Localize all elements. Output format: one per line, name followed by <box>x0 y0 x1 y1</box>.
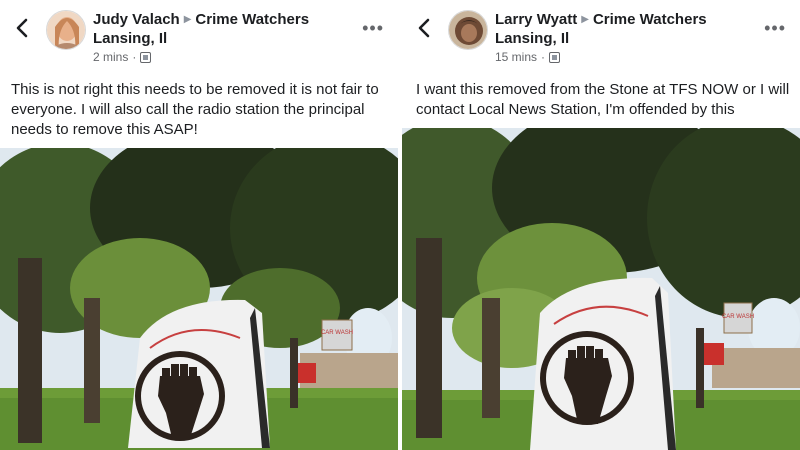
post-time[interactable]: 2 mins <box>93 50 128 64</box>
dot-separator: · <box>541 50 546 64</box>
group-audience-icon <box>549 51 561 63</box>
group-name[interactable]: Crime Watchers <box>195 11 309 28</box>
triangle-right-icon: ▶ <box>581 14 589 25</box>
post-photo[interactable]: CAR WASH <box>0 148 398 450</box>
post-larry-wyatt: Larry Wyatt ▶ Crime Watchers Lansing, Il 1… <box>402 0 800 450</box>
back-arrow-icon[interactable] <box>414 16 434 40</box>
post-location[interactable]: Lansing, Il <box>495 30 569 47</box>
post-text: This is not right this needs to be remov… <box>11 81 379 138</box>
post-time[interactable]: 15 mins <box>495 50 537 64</box>
author-name[interactable]: Judy Valach <box>93 11 180 28</box>
more-options-icon[interactable]: ••• <box>764 18 786 39</box>
car-wash-sign: CAR WASH <box>321 330 353 336</box>
post-judy-valach: Judy Valach ▶ Crime Watchers Lansing, Il 2… <box>0 0 398 450</box>
post-author-line: Larry Wyatt ▶ Crime Watchers <box>495 11 707 28</box>
back-arrow-icon[interactable] <box>12 16 32 40</box>
post-header: Judy Valach ▶ Crime Watchers Lansing, Il 2… <box>0 0 398 64</box>
post-photo[interactable]: CAR WASH <box>402 128 800 450</box>
avatar[interactable] <box>448 10 488 50</box>
post-author-line: Judy Valach ▶ Crime Watchers <box>93 11 309 28</box>
author-name[interactable]: Larry Wyatt <box>495 11 577 28</box>
more-options-icon[interactable]: ••• <box>362 18 384 39</box>
post-location[interactable]: Lansing, Il <box>93 30 167 47</box>
group-name[interactable]: Crime Watchers <box>593 11 707 28</box>
post-meta: 2 mins · <box>93 50 152 64</box>
car-wash-sign: CAR WASH <box>722 314 754 320</box>
post-header: Larry Wyatt ▶ Crime Watchers Lansing, Il 1… <box>402 0 800 64</box>
post-text: I want this removed from the Stone at TF… <box>416 81 790 118</box>
dot-separator: · <box>132 50 137 64</box>
avatar[interactable] <box>46 10 86 50</box>
group-audience-icon <box>140 51 152 63</box>
triangle-right-icon: ▶ <box>183 14 192 25</box>
post-meta: 15 mins · <box>495 50 561 64</box>
